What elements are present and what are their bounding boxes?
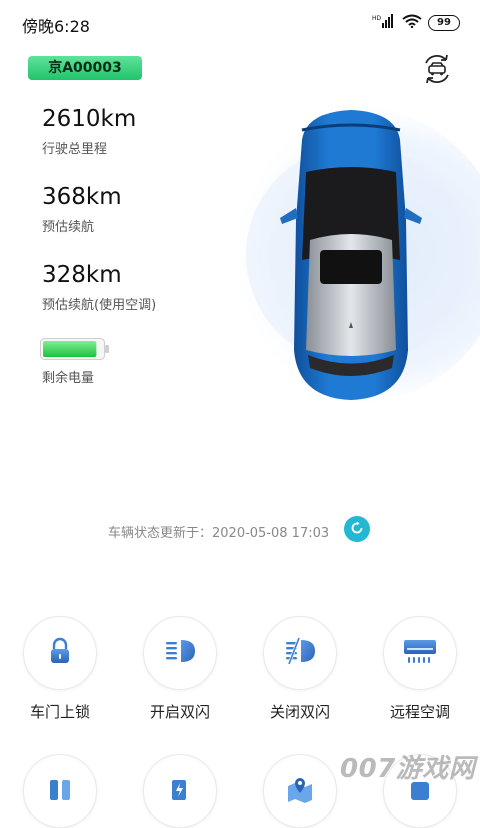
estimated-range-value: 368km [42, 184, 122, 210]
hazard-on-button[interactable]: 开启双闪 [130, 616, 230, 722]
map-pin-icon [285, 774, 315, 808]
status-time: 傍晚6:28 [22, 17, 90, 36]
remote-ac-label: 远程空调 [389, 703, 450, 721]
status-icons: HD 99 [372, 13, 460, 32]
svg-text:HD: HD [372, 15, 382, 22]
hazard-off-icon [283, 636, 317, 670]
charging-station-button[interactable] [130, 754, 230, 828]
lock-doors-button[interactable]: 车门上锁 [10, 616, 110, 722]
refresh-button[interactable] [344, 516, 370, 542]
watermark: 007游戏网 [340, 754, 476, 784]
lock-doors-label: 车门上锁 [29, 703, 90, 721]
hazard-off-circle [263, 616, 337, 690]
hazard-on-circle [143, 616, 217, 690]
map-button[interactable] [250, 754, 350, 828]
charging-circle [23, 754, 97, 828]
signal-icon: HD [372, 13, 396, 32]
range-with-ac-value: 328km [42, 262, 122, 288]
battery-level-fill [43, 341, 97, 357]
air-conditioner-icon [402, 636, 438, 670]
remote-ac-button[interactable]: 远程空调 [370, 616, 470, 722]
remote-ac-circle [383, 616, 457, 690]
charging-station-icon [165, 774, 195, 808]
estimated-range-label: 预估续航 [42, 220, 95, 235]
charging-icon [45, 774, 75, 808]
hazard-off-button[interactable]: 关闭双闪 [250, 616, 350, 722]
hazard-on-label: 开启双闪 [149, 703, 210, 721]
map-circle [263, 754, 337, 828]
status-update-row: 车辆状态更新于：2020-05-08 17:03 [0, 512, 480, 548]
refresh-icon [350, 520, 364, 539]
battery-label: 剩余电量 [42, 371, 95, 386]
battery-status-icon: 99 [428, 14, 460, 31]
lock-icon [45, 636, 75, 670]
hazard-on-icon [163, 636, 197, 670]
lock-doors-circle [23, 616, 97, 690]
total-mileage-value: 2610km [42, 106, 137, 132]
charging-station-circle [143, 754, 217, 828]
license-plate[interactable]: 京A00003 [28, 56, 142, 80]
battery-gauge [40, 338, 110, 360]
status-update-time: 车辆状态更新于：2020-05-08 17:03 [108, 526, 330, 541]
switch-vehicle-icon[interactable] [420, 54, 454, 84]
range-with-ac-label: 预估续航(使用空调) [42, 298, 157, 313]
car-illustration [206, 100, 480, 420]
hazard-off-label: 关闭双闪 [269, 703, 330, 721]
wifi-icon [402, 13, 422, 32]
total-mileage-label: 行驶总里程 [42, 142, 108, 157]
charging-button[interactable] [10, 754, 110, 828]
status-bar: 傍晚6:28 HD 99 [0, 0, 480, 44]
